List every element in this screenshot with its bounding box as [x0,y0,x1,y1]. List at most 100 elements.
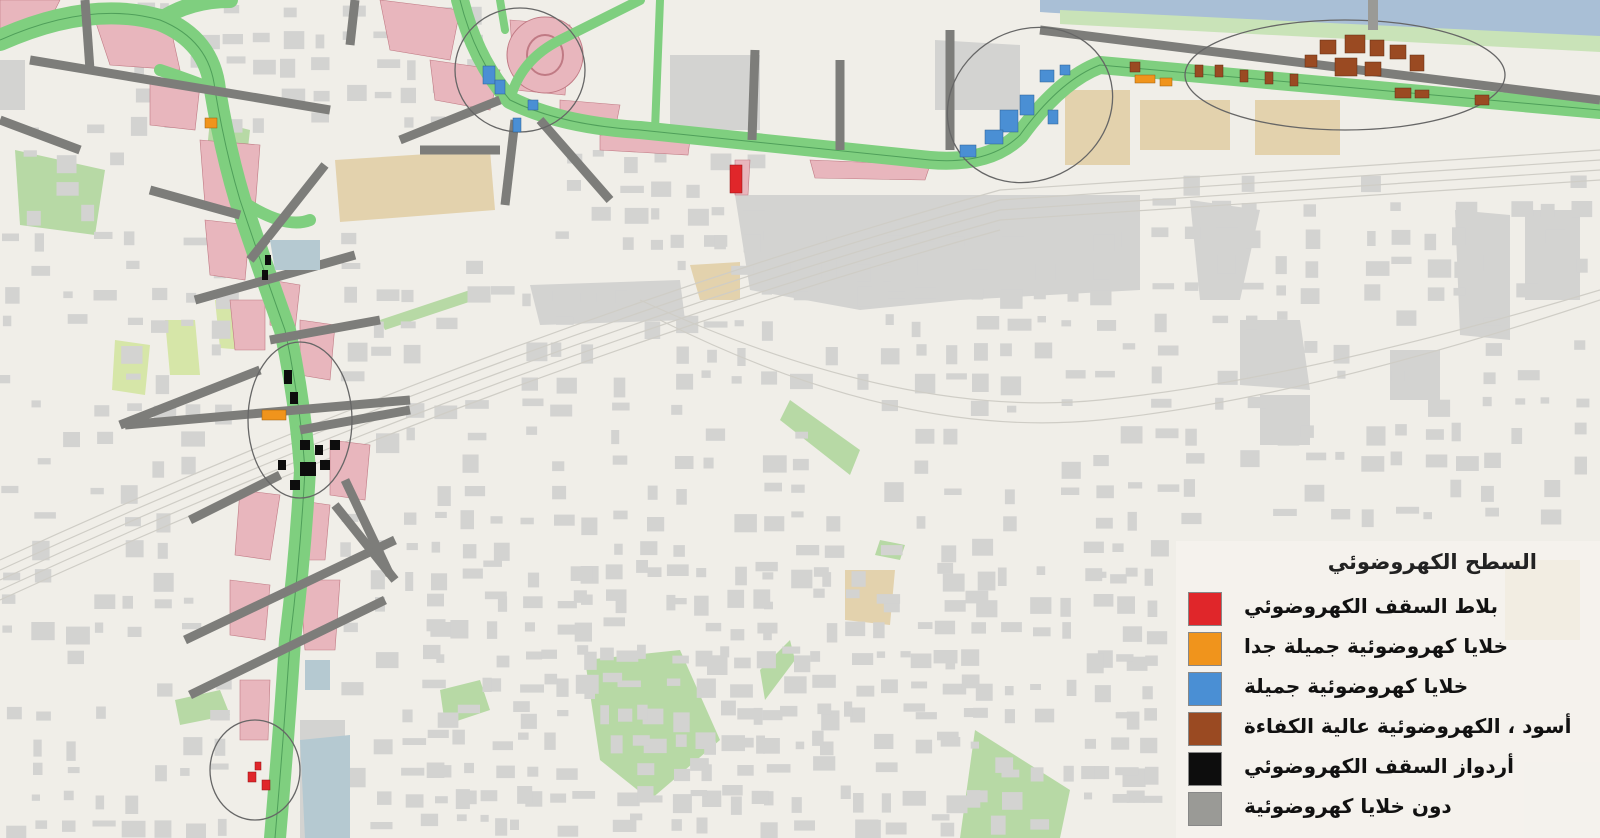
building-block [123,231,135,246]
building-block [31,622,55,641]
building-block [1247,396,1266,409]
building-block [824,545,845,558]
building-block [6,825,27,838]
building-block [810,651,821,662]
building-block [1060,597,1071,617]
building-block [676,373,694,390]
legend-item-brown: أسود ، الكهروضوئية عالية الكفاءة [1188,712,1598,746]
building-block [252,118,264,133]
building-block [1335,451,1345,460]
building-block [1066,679,1077,696]
building-block [671,819,682,831]
building-block [1517,370,1540,381]
building-block [1094,685,1111,703]
building-block [1183,175,1200,196]
building-block [1181,512,1202,525]
building-block [552,461,565,472]
building-block [496,765,515,779]
building-block [825,347,838,366]
building-block [1428,399,1451,417]
building-block [457,704,480,714]
building-block [933,650,958,664]
building-block [374,91,392,99]
building-block [153,572,174,592]
building-block [347,84,367,101]
building-block [483,560,502,567]
building-block [1081,766,1095,780]
building-block [5,287,20,304]
building-block [36,711,51,721]
building-block [405,794,424,808]
building-block [31,265,51,276]
building-block [757,622,778,634]
building-block [550,342,562,357]
building-block [857,286,873,307]
building-block [1144,568,1153,586]
building-block [1305,229,1321,249]
building-block [496,655,510,668]
building-block [1155,428,1179,439]
building-block [1030,684,1041,690]
building-block [1481,485,1494,502]
building-block [1367,231,1376,246]
legend-item-blue: خلايا كهروضوئية جميلة [1188,672,1598,706]
building-block [406,427,415,441]
building-block [946,795,968,814]
building-block [1423,512,1432,520]
building-block [1154,313,1167,333]
building-block [466,260,483,274]
building-block [1122,343,1136,350]
building-block [1110,574,1127,584]
building-block [1427,259,1452,278]
building-block [1084,738,1096,749]
building-block [280,58,296,78]
building-block [370,822,393,830]
building-block [2,315,12,327]
building-block [591,206,611,221]
building-block [1277,311,1288,320]
building-block [552,485,567,500]
building-block [1143,795,1163,803]
building-block [574,622,592,642]
building-block [527,572,540,588]
building-block [121,346,143,364]
building-block [977,571,996,591]
building-block [764,516,785,532]
building-block [911,321,921,338]
building-block [944,600,966,612]
building-block [1120,426,1143,444]
building-block [313,90,330,102]
building-block [1115,712,1131,719]
building-block [873,622,885,639]
building-block [903,703,926,712]
building-block [426,619,446,632]
building-block [845,589,860,599]
building-block [673,712,690,733]
building-block [666,594,676,611]
building-block [462,454,479,473]
building-block [647,485,658,500]
building-block [155,765,167,782]
building-block [817,703,832,715]
building-block [1485,507,1499,517]
legend-label: بلاط السقف الكهروضوئي [1244,594,1499,618]
building-block [182,623,202,630]
building-block [183,237,208,246]
building-block [880,545,903,556]
building-block [1085,568,1103,582]
building-block [931,814,950,821]
building-block [915,712,937,720]
building-block [480,814,489,822]
building-block [694,595,709,616]
building-block [600,647,614,661]
building-block [6,706,22,720]
building-block [943,428,958,445]
building-block [97,431,114,444]
building-block [900,651,911,658]
building-block [33,762,43,775]
building-block [1391,370,1405,381]
building-block [2,233,19,242]
building-block [347,342,368,362]
building-block [612,819,637,832]
building-block [812,730,824,746]
